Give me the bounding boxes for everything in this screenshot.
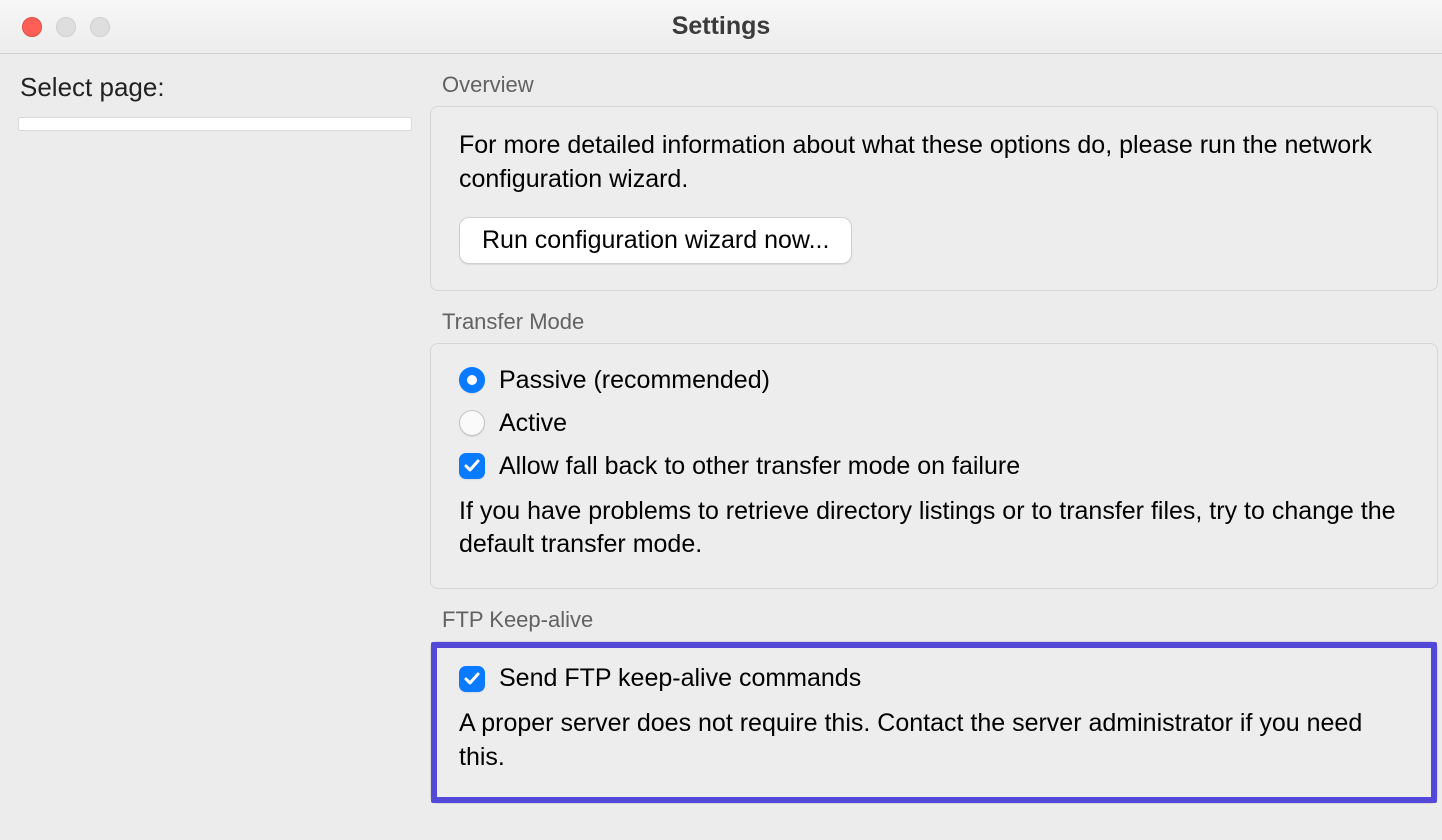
section-title-transfer-mode: Transfer Mode: [420, 291, 1442, 343]
radio-label: Passive (recommended): [499, 366, 770, 395]
minimize-window-button[interactable]: [56, 17, 76, 37]
radio-passive[interactable]: [459, 367, 485, 393]
keepalive-row[interactable]: Send FTP keep-alive commands: [459, 664, 1409, 693]
traffic-lights: [0, 17, 110, 37]
section-title-keepalive: FTP Keep-alive: [420, 589, 1442, 641]
checkbox-label: Allow fall back to other transfer mode o…: [499, 452, 1020, 481]
section-overview: For more detailed information about what…: [430, 106, 1438, 291]
allow-fallback-row[interactable]: Allow fall back to other transfer mode o…: [459, 452, 1409, 481]
section-keepalive: Send FTP keep-alive commands A proper se…: [430, 641, 1438, 804]
overview-text: For more detailed information about what…: [459, 129, 1409, 197]
run-wizard-button[interactable]: Run configuration wizard now...: [459, 217, 852, 264]
checkbox-keepalive[interactable]: [459, 666, 485, 692]
keepalive-note: A proper server does not require this. C…: [459, 707, 1409, 775]
transfer-mode-active-row[interactable]: Active: [459, 409, 1409, 438]
settings-tree[interactable]: Connection FTP Active mode Passive mode …: [18, 117, 412, 131]
titlebar: Settings: [0, 0, 1442, 54]
radio-label: Active: [499, 409, 567, 438]
transfer-mode-help: If you have problems to retrieve directo…: [459, 495, 1409, 563]
settings-page-ftp: Overview For more detailed information a…: [420, 54, 1442, 840]
annotation-highlight-box: Send FTP keep-alive commands A proper se…: [431, 642, 1437, 803]
checkbox-label: Send FTP keep-alive commands: [499, 664, 861, 693]
checkbox-allow-fallback[interactable]: [459, 453, 485, 479]
tree-label: Connection: [79, 128, 205, 131]
select-page-label: Select page:: [18, 72, 412, 103]
tree-item-connection[interactable]: Connection: [19, 124, 411, 131]
section-transfer-mode: Passive (recommended) Active Allow fall …: [430, 343, 1438, 590]
transfer-mode-passive-row[interactable]: Passive (recommended): [459, 366, 1409, 395]
radio-active[interactable]: [459, 410, 485, 436]
window-title: Settings: [0, 12, 1442, 41]
close-window-button[interactable]: [22, 17, 42, 37]
section-title-overview: Overview: [420, 54, 1442, 106]
zoom-window-button[interactable]: [90, 17, 110, 37]
